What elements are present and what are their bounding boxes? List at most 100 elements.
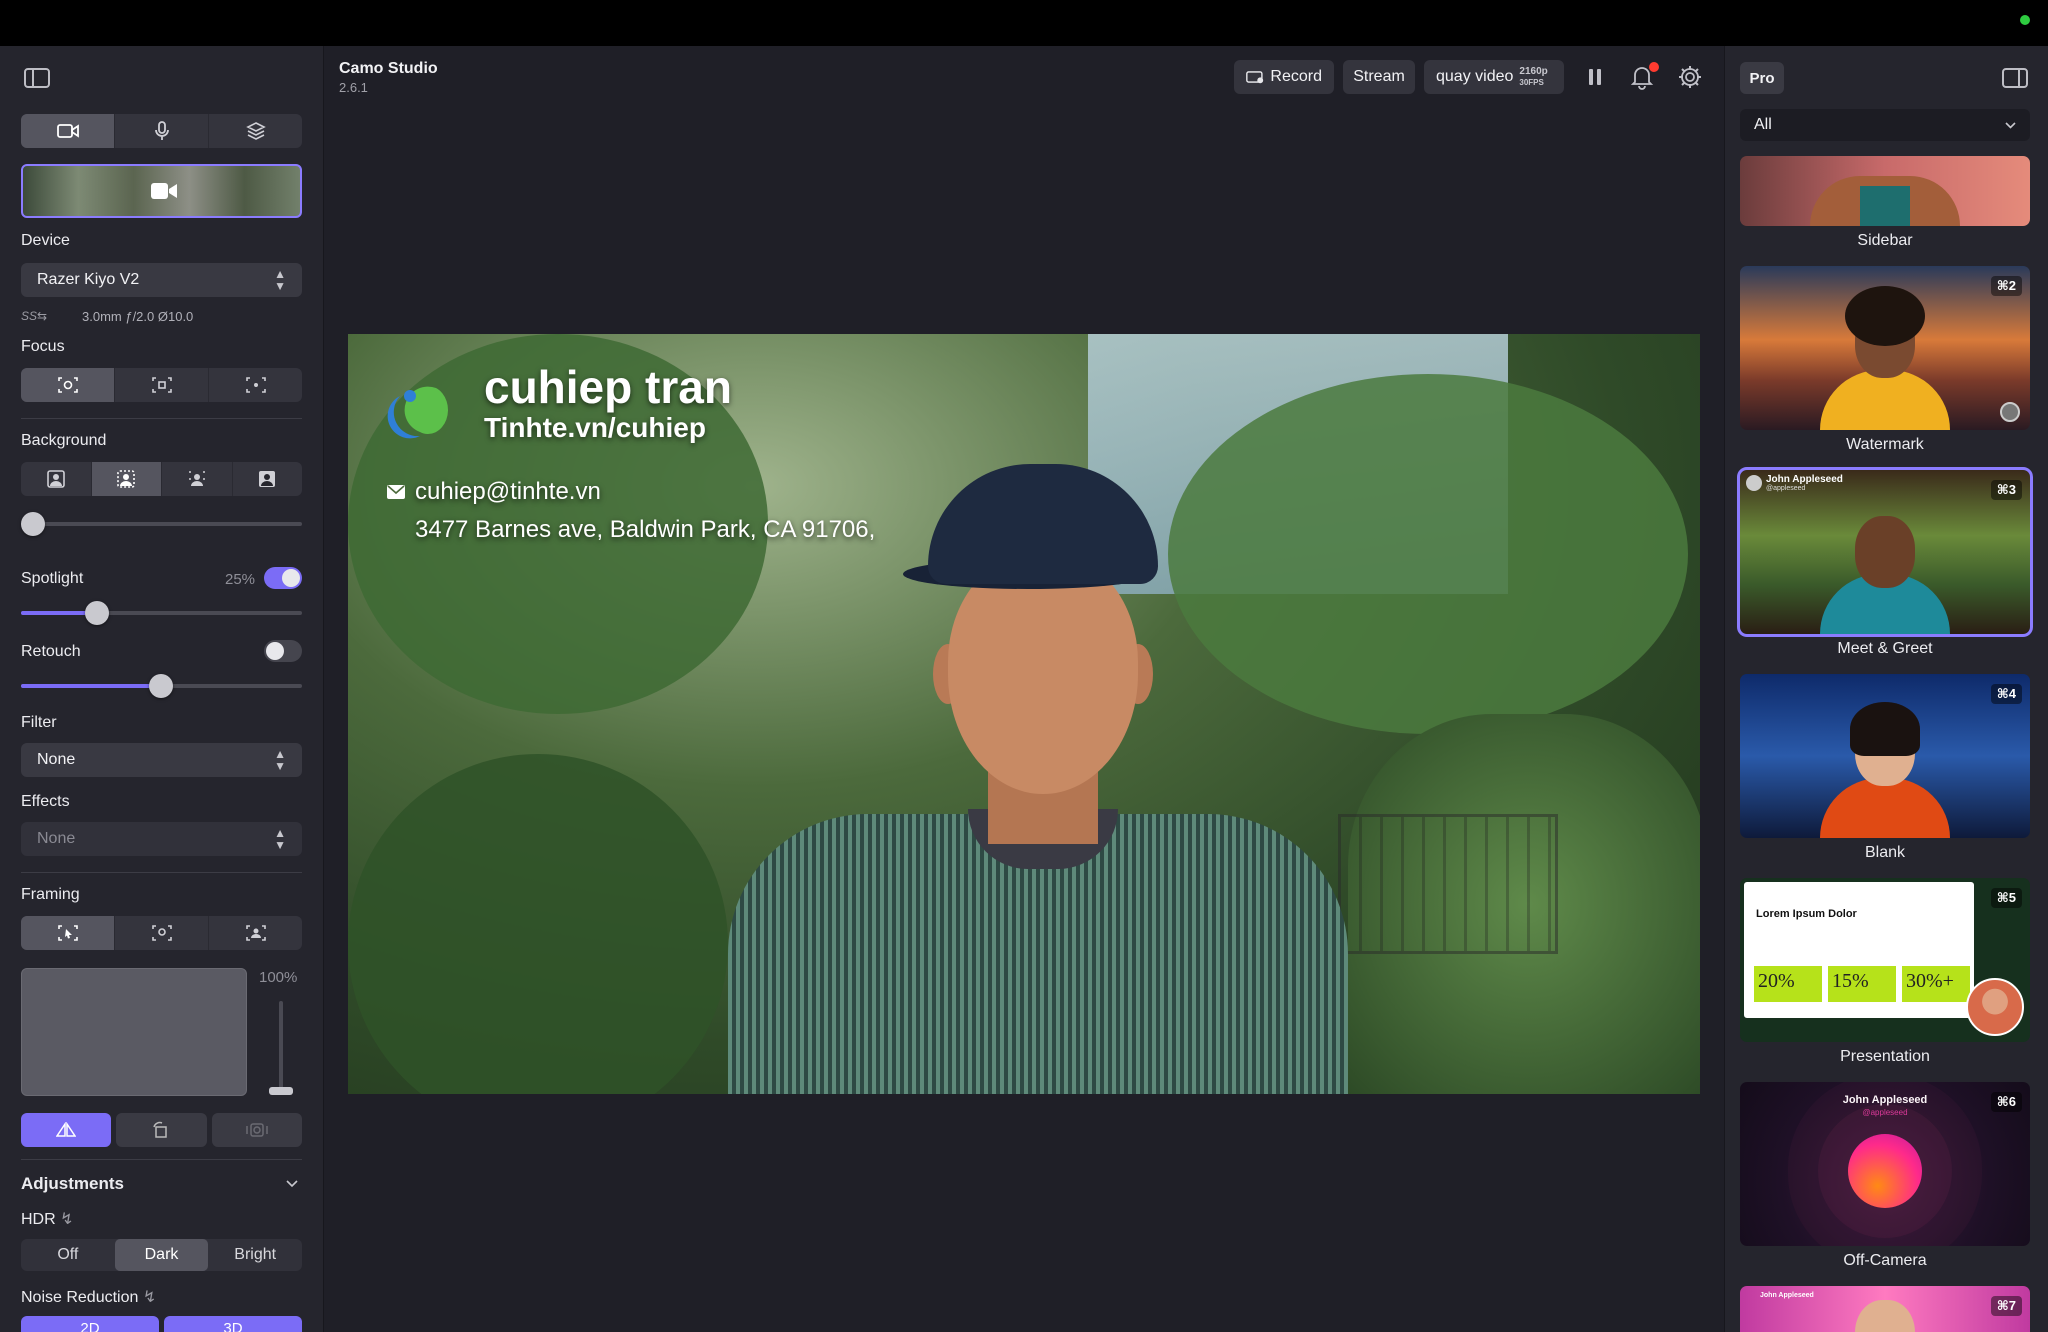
microphone-icon [154,121,169,140]
retouch-toggle[interactable] [264,640,302,662]
hdr-bright-button[interactable]: Bright [208,1239,302,1271]
framing-pointer-icon [57,925,78,941]
adjustments-label: Adjustments [21,1174,124,1193]
scene-filter-select[interactable]: All [1740,109,2030,141]
scene-name: Presentation [1840,1048,1930,1065]
focus-face-icon [57,377,78,393]
spotlight-slider[interactable] [21,601,302,625]
scene-card-sidebar[interactable] [1740,156,2030,226]
sidebar-right-toggle-icon[interactable] [2002,68,2028,88]
device-select[interactable]: Razer Kiyo V2 ▲ ▼ [21,263,302,297]
slider-knob[interactable] [149,674,173,698]
framing-tools [21,1113,302,1147]
framing-preview-box[interactable] [21,968,247,1096]
chevron-down-icon[interactable] [286,1180,298,1188]
noise-3d-button[interactable]: 3D [164,1316,302,1332]
zoom-slider[interactable] [269,1001,293,1095]
framing-center-button[interactable] [115,916,209,950]
framing-modes [21,916,302,950]
focus-manual-button[interactable] [209,368,302,402]
record-button[interactable]: Record [1234,60,1334,94]
effects-label: Effects [21,793,70,810]
noise-reduction-label: Noise Reduction ↯ [21,1289,157,1306]
slider-knob[interactable] [21,512,45,536]
hdr-label: HDR ↯ [21,1211,74,1228]
framing-follow-button[interactable] [209,916,302,950]
filter-value: None [37,751,76,768]
right-panel: Pro All Sidebar ⌘2 Watermark ⌘3 John App… [1724,46,2048,1332]
scene-name: Sidebar [1857,232,1913,249]
main-area: Camo Studio 2.6.1 Record Stream quay vid… [325,46,1723,1332]
watermark-avatar [2000,402,2020,422]
mirror-button[interactable] [21,1113,112,1147]
focus-label: Focus [21,338,65,355]
shortcut-badge: ⌘5 [1990,888,2022,908]
slider-handle[interactable] [269,1087,293,1095]
stabilize-icon [246,1123,268,1137]
brand-logo-icon [387,386,448,439]
rotate-button[interactable] [116,1113,207,1147]
slider-knob[interactable] [85,601,109,625]
presenter-avatar [1966,978,2024,1036]
left-panel: Device Razer Kiyo V2 ▲ ▼ SS⇆ 3.0mm ƒ/2.0 … [0,46,324,1332]
card-person-handle: @appleseed [1862,1108,1908,1117]
updown-chevron-icon: ▲ ▼ [274,826,286,852]
camera-video-feed: cuhiep tran Tinhte.vn/cuhiep cuhiep@tinh… [348,334,1700,1094]
pause-icon[interactable] [1582,64,1608,90]
focus-auto-button[interactable] [21,368,115,402]
background-replace-button[interactable] [233,462,303,496]
app-version: 2.6.1 [339,80,368,95]
portrait-icon [46,470,65,488]
noise-2d-button[interactable]: 2D [21,1316,159,1332]
filter-select[interactable]: None ▲ ▼ [21,743,302,777]
focus-center-button[interactable] [115,368,209,402]
background-slider[interactable] [21,512,302,536]
envelope-icon [387,485,405,499]
sidebar-toggle-icon[interactable] [24,68,50,88]
scene-card-presentation[interactable]: Lorem Ipsum Dolor 20% 15% 30%+ ⌘5 [1740,878,2030,1042]
background-portrait-button[interactable] [162,462,233,496]
focus-manual-icon [245,377,266,393]
spotlight-toggle[interactable] [264,567,302,589]
scene-card-off-camera[interactable]: ⌘6 John Appleseed @appleseed [1740,1082,2030,1246]
pro-badge[interactable]: Pro [1740,62,1784,94]
stabilize-button[interactable] [211,1113,302,1147]
layers-tab[interactable] [209,114,302,148]
audio-tab[interactable] [115,114,209,148]
framing-manual-button[interactable] [21,916,115,950]
divider [21,1159,302,1160]
stream-button[interactable]: Stream [1343,60,1415,94]
retouch-slider[interactable] [21,674,302,698]
scene-card-7[interactable]: ⌘7 John Appleseed [1740,1286,2030,1332]
card-person-name: John Appleseed [1842,1094,1928,1106]
gear-icon[interactable] [1677,64,1703,90]
scene-name: Watermark [1846,436,1924,453]
background-blur-button[interactable] [91,462,162,496]
scene-card-meet-greet[interactable]: ⌘3 John Appleseed @appleseed [1737,467,2033,637]
source-button[interactable]: quay video 2160p 30FPS [1424,60,1564,94]
video-tab[interactable] [21,114,115,148]
hdr-off-button[interactable]: Off [21,1239,115,1271]
effects-value: None [37,830,76,847]
overlay-email-row: cuhiep@tinhte.vn [387,478,601,506]
card-person-name: John Appleseed [1760,1292,1814,1299]
portrait-solid-icon [259,471,276,487]
rotate-icon [153,1121,168,1138]
camera-preview-thumbnail[interactable] [21,164,302,218]
hdr-dark-button[interactable]: Dark [114,1239,209,1271]
scene-name: Blank [1864,844,1906,861]
slide-stat: 15% [1828,966,1896,1002]
presenter [728,464,1348,1094]
background-none-button[interactable] [21,462,92,496]
app-window: Device Razer Kiyo V2 ▲ ▼ SS⇆ 3.0mm ƒ/2.0 … [0,46,2048,1332]
scene-card-watermark[interactable]: ⌘2 [1740,266,2030,430]
card-person-handle: @appleseed [1766,485,1806,492]
source-tabs [21,114,302,148]
resolution-badge: 2160p 30FPS [1519,66,1548,87]
scene-card-blank[interactable]: ⌘4 [1740,674,2030,838]
slide-preview: Lorem Ipsum Dolor 20% 15% 30%+ [1744,882,1974,1018]
hdr-modes: Off Dark Bright [21,1239,302,1271]
effects-select[interactable]: None ▲ ▼ [21,822,302,856]
divider [21,872,302,873]
framing-person-icon [245,925,266,941]
